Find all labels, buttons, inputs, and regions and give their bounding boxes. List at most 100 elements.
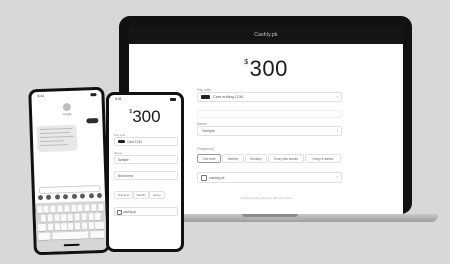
phone-payment-screen: 9:41 $300 Pay with Card 1234 Name Sample…	[109, 95, 181, 249]
app-icon[interactable]	[46, 194, 52, 200]
message-text-line	[39, 135, 74, 139]
phone-messages-screen: 9:41 Cashly	[31, 89, 107, 253]
key[interactable]	[61, 223, 67, 231]
key[interactable]	[88, 222, 94, 230]
app-icon[interactable]	[37, 194, 44, 201]
key[interactable]	[54, 223, 60, 231]
key[interactable]	[47, 214, 53, 222]
frequency-option-1[interactable]: Weekly	[133, 191, 149, 199]
return-key[interactable]	[89, 230, 104, 239]
key[interactable]	[70, 204, 77, 213]
name-field[interactable]: Sample ›	[197, 126, 342, 136]
message-text-line	[39, 127, 73, 131]
app-icon[interactable]	[63, 194, 69, 200]
frequency-option-0[interactable]: One time	[197, 154, 221, 163]
key[interactable]	[77, 204, 84, 212]
key[interactable]	[54, 214, 60, 222]
message-text-line	[39, 132, 70, 135]
key[interactable]	[81, 222, 88, 230]
chevron-down-icon: ›	[336, 174, 338, 179]
key[interactable]	[57, 205, 63, 213]
name-value: Sample	[202, 129, 215, 133]
key[interactable]	[50, 205, 56, 213]
checkbox-label: cashly.pk	[209, 175, 225, 180]
outgoing-message-bubble	[86, 118, 99, 124]
contact-avatar[interactable]	[62, 102, 72, 112]
key[interactable]	[67, 213, 74, 222]
key[interactable]	[36, 206, 43, 214]
key[interactable]	[74, 222, 81, 230]
frequency-option-2[interactable]: Monthly	[245, 154, 267, 163]
payment-method-select[interactable]: Card ending 1234 ›	[197, 92, 342, 102]
key[interactable]	[40, 214, 47, 223]
key[interactable]	[84, 204, 90, 212]
battery-icon	[170, 98, 176, 101]
key[interactable]	[81, 213, 87, 221]
checkbox[interactable]	[201, 175, 207, 181]
key[interactable]	[68, 222, 74, 231]
laptop-hinge-notch	[242, 214, 298, 217]
checkbox-label: cashly.pk	[123, 209, 137, 214]
contact-name: Cashly	[62, 111, 72, 117]
status-time: 9:41	[37, 93, 45, 99]
name-field[interactable]: Sample	[114, 155, 178, 164]
currency-symbol: $	[244, 59, 249, 66]
frequency-option-3[interactable]: Every two weeks	[268, 154, 304, 163]
amount-display: $300	[129, 56, 403, 82]
imessage-apps-row	[37, 192, 103, 201]
recipient-row[interactable]: cashly.pk	[114, 207, 178, 216]
numbers-key[interactable]	[37, 232, 50, 241]
app-icon[interactable]	[88, 193, 94, 199]
keyboard	[35, 200, 107, 253]
marketing-illustration: Cashly.pk $300 Pay with Card ending 1234…	[0, 0, 450, 264]
secondary-value: Brand new	[118, 173, 134, 178]
window-title: Cashly.pk	[254, 32, 278, 38]
key[interactable]	[47, 223, 54, 231]
key[interactable]	[61, 214, 67, 222]
frequency-option-4[interactable]: Every 6 weeks	[305, 154, 341, 163]
message-text-line	[40, 144, 69, 147]
key[interactable]	[63, 205, 70, 213]
key[interactable]	[91, 204, 97, 212]
frequency-option-0[interactable]: One time	[114, 191, 133, 199]
key[interactable]	[97, 203, 104, 212]
phone-messages: 9:41 Cashly	[28, 86, 110, 256]
app-icon[interactable]	[96, 192, 103, 199]
battery-icon	[90, 93, 97, 96]
browser-title-bar: Cashly.pk	[129, 26, 403, 44]
space-key[interactable]	[51, 231, 88, 240]
key[interactable]	[43, 205, 50, 213]
key[interactable]	[94, 212, 101, 221]
payment-method-select[interactable]: Card 1234	[114, 137, 178, 146]
app-icon[interactable]	[71, 193, 77, 199]
shift-key[interactable]	[37, 223, 46, 232]
app-icon[interactable]	[80, 193, 86, 199]
status-time: 9:41	[115, 97, 122, 101]
amount-value: 300	[249, 56, 288, 81]
chevron-down-icon: ›	[336, 94, 338, 99]
frequency-label: Frequency	[197, 147, 214, 151]
recipient-row[interactable]: cashly.pk ›	[197, 172, 342, 183]
checkbox[interactable]	[117, 209, 122, 215]
status-bar: 9:41	[109, 97, 181, 102]
card-icon	[201, 94, 210, 99]
chevron-down-icon: ›	[336, 128, 338, 133]
name-value: Sample	[118, 157, 129, 162]
secondary-field[interactable]: Brand new	[114, 171, 178, 180]
phone-payment: 9:41 $300 Pay with Card 1234 Name Sample…	[106, 92, 184, 252]
incoming-message-bubble[interactable]	[36, 124, 78, 153]
home-indicator	[63, 243, 80, 246]
frequency-option-1[interactable]: Weekly	[222, 154, 244, 163]
frequency-option-2[interactable]: Every	[149, 191, 165, 199]
delete-key[interactable]	[95, 221, 105, 230]
amount-display: $300	[109, 107, 181, 127]
status-bar: 9:41	[31, 92, 101, 99]
key[interactable]	[74, 213, 81, 221]
key[interactable]	[88, 213, 94, 221]
divider-field	[197, 110, 342, 118]
currency-symbol: $	[129, 109, 133, 115]
amount-value: 300	[132, 107, 161, 126]
payment-method-value: Card 1234	[127, 139, 142, 144]
app-icon[interactable]	[54, 194, 60, 200]
card-icon	[118, 139, 125, 143]
